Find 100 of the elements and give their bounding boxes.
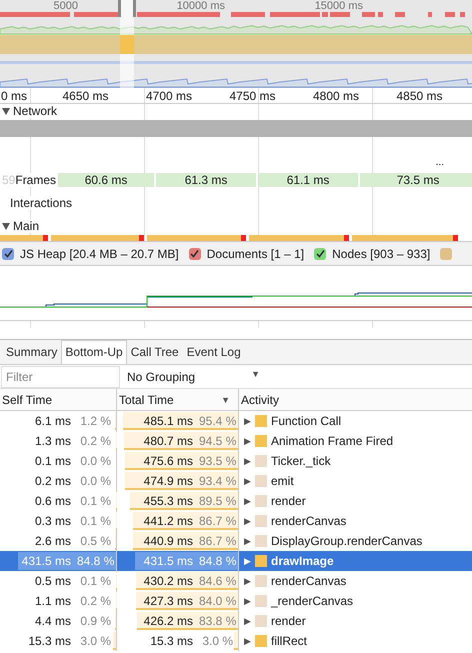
ruler-label: 4650 ms — [61, 88, 110, 103]
frame-block[interactable]: 60.6 ms — [58, 173, 154, 187]
expand-arrow-icon[interactable]: ▶ — [244, 491, 251, 511]
column-header[interactable]: Total Time ▼ — [117, 389, 239, 410]
counter-label[interactable]: Nodes [903 – 933] — [332, 244, 430, 262]
more-icon[interactable]: ... — [436, 159, 444, 167]
expand-arrow-icon[interactable]: ▶ — [244, 551, 251, 571]
filter-field[interactable]: Filter — [1, 366, 120, 388]
time-value: 440.9 ms — [144, 533, 193, 550]
time-value: 474.9 ms — [144, 473, 193, 490]
time-value: 0.5 ms — [34, 573, 71, 590]
time-value: 480.7 ms — [144, 433, 193, 450]
time-value: 427.3 ms — [144, 593, 193, 610]
activity-name[interactable]: DisplayGroup.renderCanvas — [271, 531, 422, 551]
time-value: 1.3 ms — [34, 433, 71, 450]
activity-name[interactable]: Function Call — [271, 411, 342, 431]
time-value: 2.6 ms — [34, 533, 71, 550]
expand-arrow-icon[interactable] — [2, 107, 10, 115]
activity-name[interactable]: renderCanvas — [271, 571, 346, 591]
ruler-label: 0 ms — [0, 88, 28, 103]
counter-label[interactable]: Documents [1 – 1] — [206, 244, 304, 262]
expand-arrow-icon[interactable]: ▶ — [244, 631, 251, 651]
flame-block[interactable] — [352, 235, 458, 241]
time-value: 431.5 ms — [22, 553, 71, 570]
ruler-label: 10000 ms — [176, 0, 225, 12]
expand-arrow-icon[interactable]: ▶ — [244, 571, 251, 591]
activity-name[interactable]: render — [271, 491, 306, 511]
percent-value: 0.2 % — [79, 433, 111, 450]
percent-value: 0.2 % — [79, 593, 111, 610]
activity-name[interactable]: render — [271, 611, 306, 631]
counter-checkbox[interactable] — [440, 248, 452, 260]
percent-value: 1.2 % — [79, 413, 111, 430]
ruler-label: 4800 ms — [312, 88, 360, 103]
activity-name[interactable]: renderCanvas — [271, 511, 346, 531]
activity-name[interactable]: drawImage — [271, 551, 334, 571]
percent-value: 0.0 % — [79, 473, 111, 490]
expand-arrow-icon[interactable]: ▶ — [244, 591, 251, 611]
time-value: 15.3 ms — [150, 633, 193, 650]
frame-block[interactable]: 61.1 ms — [258, 173, 358, 187]
time-value: 15.3 ms — [28, 633, 71, 650]
activity-name[interactable]: Animation Frame Fired — [271, 431, 394, 451]
track-label[interactable]: Frames — [15, 173, 56, 187]
percent-value: 3.0 % — [79, 633, 111, 650]
ruler-label: 4750 ms — [228, 88, 276, 103]
time-value: 4.4 ms — [34, 613, 71, 630]
grouping-dropdown[interactable]: No Grouping ▼ — [120, 368, 260, 386]
frame-block[interactable]: 73.5 ms — [360, 173, 472, 187]
time-value: 441.2 ms — [144, 513, 193, 530]
time-value: 0.6 ms — [34, 493, 71, 510]
time-value: 1.1 ms — [34, 593, 71, 610]
percent-value: 0.5 % — [79, 533, 111, 550]
percent-value: 0.1 % — [79, 513, 111, 530]
track-label[interactable]: Main — [13, 219, 40, 233]
flame-block[interactable] — [249, 235, 349, 241]
counter-checkbox[interactable] — [188, 248, 201, 260]
time-value: 430.2 ms — [144, 573, 193, 590]
expand-arrow-icon[interactable] — [2, 222, 10, 230]
time-value: 426.2 ms — [144, 613, 193, 630]
time-value: 6.1 ms — [34, 413, 71, 430]
ruler-label: 5000 — [54, 0, 78, 12]
column-header[interactable]: Self Time — [0, 389, 117, 410]
track-label[interactable]: Network — [13, 104, 58, 118]
ruler-label: 4700 ms — [144, 88, 193, 103]
activity-name[interactable]: emit — [271, 471, 294, 491]
time-value: 0.3 ms — [34, 513, 71, 530]
track-label[interactable]: Interactions — [10, 196, 72, 210]
frame-block[interactable]: 61.3 ms — [156, 173, 256, 187]
counter-checkbox[interactable] — [314, 248, 326, 260]
time-value: 455.3 ms — [144, 493, 193, 510]
tab[interactable]: Call Tree — [126, 340, 183, 364]
activity-name[interactable]: Ticker._tick — [271, 451, 331, 471]
flame-block[interactable] — [0, 235, 48, 241]
percent-value: 0.9 % — [79, 613, 111, 630]
activity-name[interactable]: fillRect — [271, 631, 308, 651]
flame-block[interactable] — [51, 235, 144, 241]
expand-arrow-icon[interactable]: ▶ — [244, 411, 251, 431]
activity-name[interactable]: _renderCanvas — [271, 591, 354, 611]
tab[interactable]: Bottom-Up — [61, 340, 127, 364]
expand-arrow-icon[interactable]: ▶ — [244, 611, 251, 631]
percent-value: 0.0 % — [79, 453, 111, 470]
expand-arrow-icon[interactable]: ▶ — [244, 471, 251, 491]
time-value: 0.2 ms — [34, 473, 71, 490]
flame-block[interactable] — [147, 235, 246, 241]
expand-arrow-icon[interactable]: ▶ — [244, 451, 251, 471]
tab[interactable]: Summary — [2, 340, 62, 364]
ruler-label: 15000 ms — [314, 0, 363, 12]
column-header[interactable]: Activity — [239, 389, 472, 410]
sort-arrow-icon[interactable]: ▼ — [221, 389, 230, 410]
percent-value: 0.1 % — [79, 493, 111, 510]
tab[interactable]: Event Log — [182, 340, 245, 364]
expand-arrow-icon[interactable]: ▶ — [244, 431, 251, 451]
percent-value: 3.0 % — [201, 633, 233, 650]
ruler-label: 4850 ms — [395, 88, 444, 103]
time-value: 485.1 ms — [144, 413, 193, 430]
expand-arrow-icon[interactable]: ▶ — [244, 511, 251, 531]
expand-arrow-icon[interactable]: ▶ — [244, 531, 251, 551]
time-value: 0.1 ms — [34, 453, 71, 470]
counter-checkbox[interactable] — [2, 248, 14, 260]
time-value: 431.5 ms — [144, 553, 193, 570]
counter-label[interactable]: JS Heap [20.4 MB – 20.7 MB] — [20, 244, 179, 262]
